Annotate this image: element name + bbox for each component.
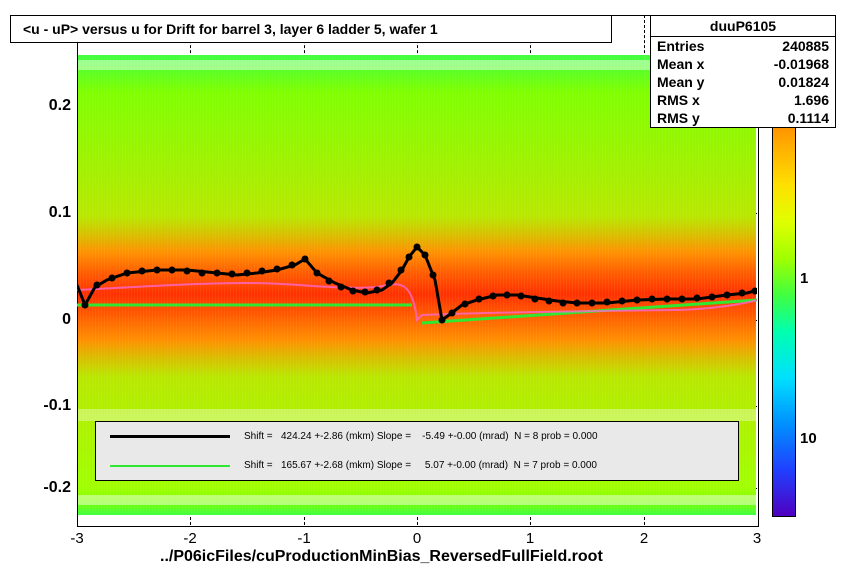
x-tick-label: 0 [413, 530, 421, 547]
stats-box: duuP6105 Entries240885 Mean x-0.01968 Me… [650, 15, 836, 128]
stats-row: RMS y0.1114 [651, 109, 835, 127]
y-tick-label: -0.2 [43, 479, 71, 497]
x-tick-label: -1 [297, 530, 310, 547]
legend-row: Shift = 424.24 +-2.86 (mkm) Slope = -5.4… [96, 422, 738, 451]
legend-swatch-black [110, 435, 230, 438]
legend-box: Shift = 424.24 +-2.86 (mkm) Slope = -5.4… [95, 421, 739, 481]
plot-title-box: <u - uP> versus u for Drift for barrel 3… [10, 15, 612, 43]
plot-title: <u - uP> versus u for Drift for barrel 3… [23, 21, 438, 37]
legend-row: Shift = 165.67 +-2.68 (mkm) Slope = 5.07… [96, 451, 738, 480]
stats-row: Mean x-0.01968 [651, 55, 835, 73]
y-tick-label: 0.1 [49, 204, 71, 222]
stats-name: duuP6105 [651, 16, 835, 37]
file-path-label: ../P06icFiles/cuProductionMinBias_Revers… [160, 548, 603, 566]
x-tick-label: 3 [753, 530, 761, 547]
x-tick-label: -3 [70, 530, 83, 547]
x-tick-label: -2 [183, 530, 196, 547]
stats-row: Entries240885 [651, 37, 835, 55]
legend-swatch-green [110, 465, 230, 467]
stats-row: Mean y0.01824 [651, 73, 835, 91]
y-tick-label: 0.2 [49, 97, 71, 115]
y-tick-label: -0.1 [43, 397, 71, 415]
legend-text: Shift = 165.67 +-2.68 (mkm) Slope = 5.07… [244, 460, 597, 471]
z-tick-label: 1 [800, 270, 808, 287]
x-tick-label: 1 [526, 530, 534, 547]
x-tick-label: 2 [640, 530, 648, 547]
legend-text: Shift = 424.24 +-2.86 (mkm) Slope = -5.4… [244, 431, 598, 442]
stats-row: RMS x1.696 [651, 91, 835, 109]
z-tick-label: 10 [800, 430, 817, 447]
heat-gap [78, 495, 756, 505]
y-tick-label: 0 [62, 311, 71, 329]
